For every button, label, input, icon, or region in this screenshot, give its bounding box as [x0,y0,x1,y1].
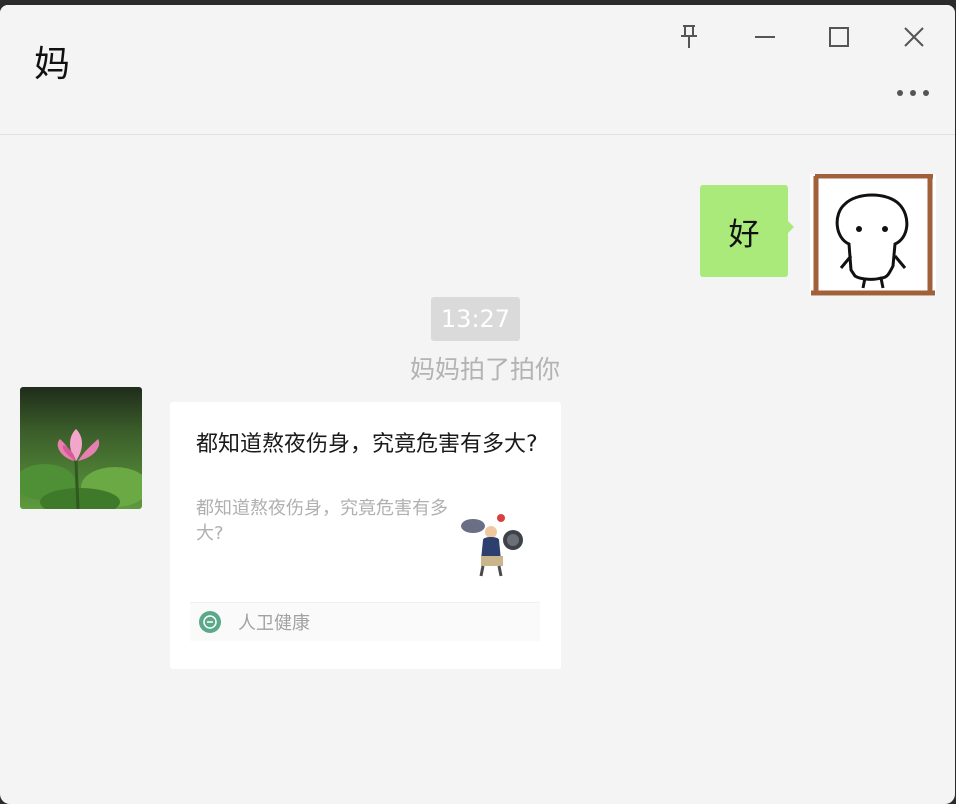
chat-title: 妈 [34,44,71,85]
more-icon [897,90,929,96]
minimize-icon [755,36,775,38]
message-list[interactable]: 好 13:27 妈妈拍了拍你 都知道熬夜伤身，究竟危害有多大? 都知道熬夜伤身，… [0,135,955,804]
maximize-icon [829,27,849,47]
chat-header: 妈 [0,5,955,135]
self-avatar[interactable] [809,173,937,296]
pin-icon [681,25,697,48]
close-icon [904,27,924,47]
contact-avatar[interactable] [20,387,142,509]
card-description: 都知道熬夜伤身，究竟危害有多大? [196,498,448,544]
maximize-button[interactable] [821,19,857,55]
self-message-bubble[interactable]: 好 [700,185,788,277]
chat-window: 妈 好 13:27 妈妈拍了拍你 都知道熬夜伤身，究竟危害有多大? 都知道熬夜伤… [0,5,955,804]
timestamp-badge: 13:27 [431,297,520,341]
sleepless-person-illustration-icon [461,514,523,577]
card-thumbnail [453,510,529,578]
self-bubble-tail [787,220,794,234]
pin-button[interactable] [671,19,707,55]
close-button[interactable] [896,19,932,55]
lotus-flower-photo-icon [20,387,142,509]
card-source-name: 人卫健康 [238,613,310,634]
article-card[interactable]: 都知道熬夜伤身，究竟危害有多大? 都知道熬夜伤身，究竟危害有多大? 人卫健康 [170,402,561,669]
source-logo-icon [199,611,221,633]
cartoon-ghost-avatar-icon [810,173,936,296]
more-button[interactable] [893,81,937,105]
card-title: 都知道熬夜伤身，究竟危害有多大? [196,432,538,457]
pat-notice: 妈妈拍了拍你 [409,355,560,384]
card-source-footer[interactable]: 人卫健康 [190,602,540,641]
minimize-button[interactable] [747,19,783,55]
self-message-text: 好 [728,216,760,253]
